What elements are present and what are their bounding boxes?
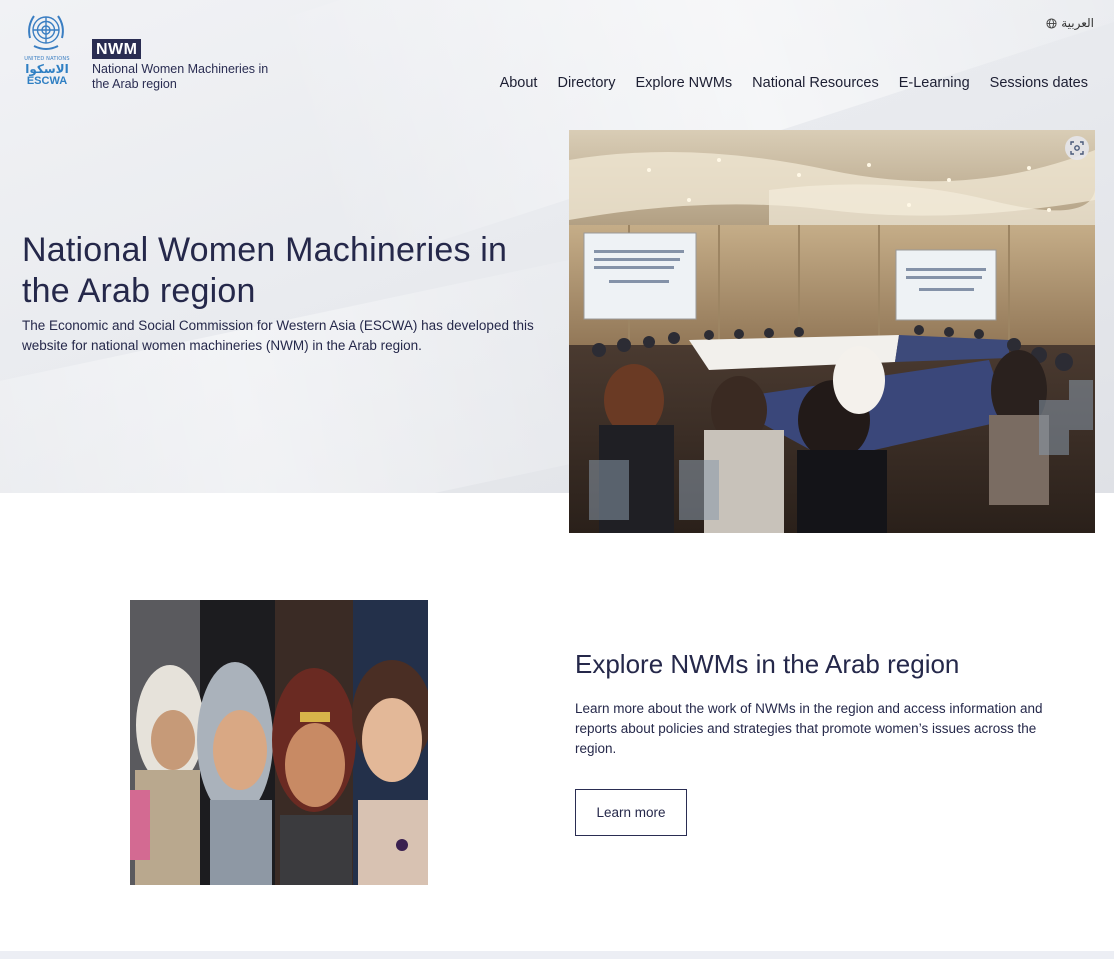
hero-title: National Women Machineries in the Arab r… (22, 231, 508, 310)
nwm-badge[interactable]: NWM (92, 39, 142, 59)
escwa-logo[interactable]: UNITED NATIONS الاسكوا ESCWA (22, 8, 72, 88)
un-emblem-icon (28, 15, 64, 50)
main-nav: About Directory Explore NWMs National Re… (500, 75, 1088, 91)
explore-title: Explore NWMs in the Arab region (575, 649, 960, 679)
escwa-arabic-label: الاسكوا (25, 62, 69, 76)
zoom-icon (1070, 141, 1084, 155)
escwa-label: ESCWA (26, 75, 68, 87)
language-switch-label: العربية (1061, 16, 1094, 30)
nav-national-resources[interactable]: National Resources (752, 75, 879, 91)
zoom-button[interactable] (1065, 136, 1089, 160)
globe-icon (1046, 17, 1057, 29)
nav-e-learning[interactable]: E-Learning (899, 75, 970, 91)
conference-photo (569, 130, 1095, 533)
footer-band (0, 951, 1114, 959)
women-faces-photo (130, 600, 428, 885)
hero-description: The Economic and Social Commission for W… (22, 318, 534, 353)
nav-explore-nwms[interactable]: Explore NWMs (635, 75, 732, 91)
learn-more-button[interactable]: Learn more (575, 789, 687, 836)
explore-description: Learn more about the work of NWMs in the… (575, 701, 1043, 756)
nav-sessions-dates[interactable]: Sessions dates (990, 75, 1088, 91)
language-switch[interactable]: العربية (1046, 16, 1094, 30)
nav-about[interactable]: About (500, 75, 538, 91)
site-subtitle: National Women Machineries in the Arab r… (92, 62, 269, 91)
nav-directory[interactable]: Directory (557, 75, 615, 91)
